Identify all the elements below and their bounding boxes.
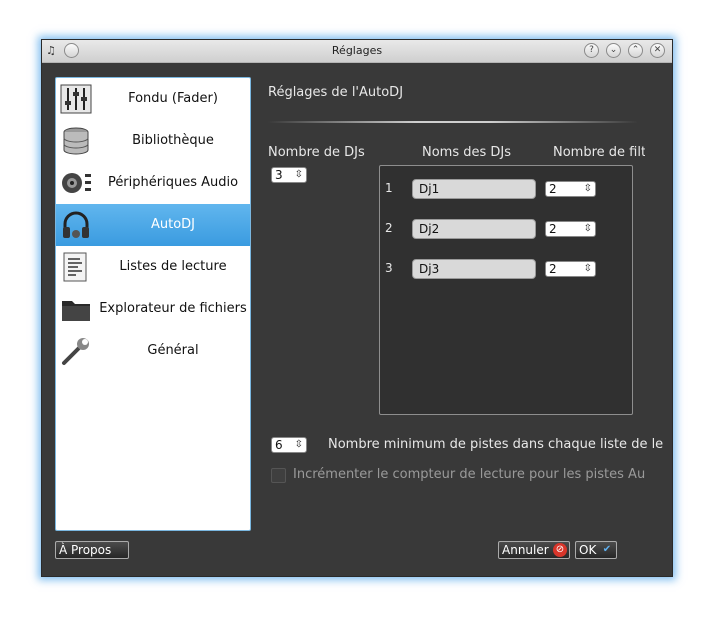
dj-names-header: Noms des DJs	[422, 145, 512, 160]
about-button-label: À Propos	[59, 543, 112, 557]
sidebar-item-label: Périphériques Audio	[107, 175, 239, 190]
spin-arrows-icon[interactable]: ⇳	[584, 222, 592, 236]
sidebar-item-file-browser[interactable]: Explorateur de fichiers	[56, 288, 250, 330]
spin-arrows-icon[interactable]: ⇳	[295, 438, 303, 452]
spinbox-value: 2	[549, 262, 557, 276]
sidebar-item-label: AutoDJ	[150, 217, 196, 232]
cancel-button-label: Annuler	[502, 543, 549, 557]
dj-name-input[interactable]: Dj2	[412, 219, 536, 239]
dj-name-input[interactable]: Dj3	[412, 259, 536, 279]
min-tracks-spinbox[interactable]: 6 ⇳	[271, 437, 307, 453]
spinbox-value: 3	[275, 168, 283, 182]
header-separator	[268, 121, 638, 123]
num-filters-header: Nombre de filtr	[553, 145, 645, 160]
sidebar-item-label: Listes de lecture	[119, 259, 227, 274]
dj-row-number: 1	[385, 181, 393, 195]
dj-list-panel: 1 Dj1 2 ⇳ 2 Dj2 2 ⇳ 3 Dj3 2 ⇳	[379, 165, 633, 415]
help-button[interactable]: ?	[584, 43, 599, 58]
folder-icon	[60, 293, 92, 325]
sidebar-item-library[interactable]: Bibliothèque	[56, 120, 250, 162]
num-djs-header: Nombre de DJs	[268, 145, 365, 160]
settings-window: ♫ Réglages ? ⌄ ⌃ ✕ Fondu (Fader) Bibliot…	[41, 39, 673, 577]
sidebar-item-playlists[interactable]: Listes de lecture	[56, 246, 250, 288]
dj-row-number: 2	[385, 221, 393, 235]
close-button[interactable]: ✕	[650, 43, 665, 58]
dj-row-number: 3	[385, 261, 393, 275]
minimize-button[interactable]: ⌄	[606, 43, 621, 58]
spin-arrows-icon[interactable]: ⇳	[584, 182, 592, 196]
cancel-icon: ⊘	[553, 543, 567, 557]
cancel-button[interactable]: Annuler ⊘	[498, 541, 570, 559]
spinbox-value: 6	[275, 438, 283, 452]
spin-arrows-icon[interactable]: ⇳	[295, 168, 303, 182]
dj-name-input[interactable]: Dj1	[412, 179, 536, 199]
increment-playcount-checkbox[interactable]	[271, 468, 286, 483]
headphones-icon	[60, 209, 92, 241]
sidebar-item-label: Explorateur de fichiers	[99, 301, 247, 316]
fader-sliders-icon	[60, 83, 92, 115]
checkmark-icon: ✔	[602, 544, 612, 555]
maximize-button[interactable]: ⌃	[628, 43, 643, 58]
spinbox-value: 2	[549, 222, 557, 236]
sidebar-item-general[interactable]: Général	[56, 330, 250, 372]
page-title: Réglages de l'AutoDJ	[268, 85, 404, 100]
sidebar-item-label: Fondu (Fader)	[128, 91, 218, 106]
playlist-document-icon	[60, 251, 92, 283]
sidebar-item-label: Bibliothèque	[132, 133, 214, 148]
sidebar-item-autodj[interactable]: AutoDJ	[56, 204, 250, 246]
title-bar[interactable]: ♫ Réglages ? ⌄ ⌃ ✕	[42, 40, 672, 63]
dj-filter-count-spinbox[interactable]: 2 ⇳	[545, 181, 596, 197]
dj-filter-count-spinbox[interactable]: 2 ⇳	[545, 221, 596, 237]
speaker-icon	[60, 167, 92, 199]
window-title: Réglages	[331, 44, 383, 57]
sidebar-item-fader[interactable]: Fondu (Fader)	[56, 78, 250, 120]
increment-playcount-label: Incrémenter le compteur de lecture pour …	[293, 467, 646, 482]
settings-sidebar: Fondu (Fader) Bibliothèque Périphériques…	[55, 77, 251, 531]
ok-button-label: OK	[579, 543, 597, 557]
dj-filter-count-spinbox[interactable]: 2 ⇳	[545, 261, 596, 277]
min-tracks-label: Nombre minimum de pistes dans chaque lis…	[328, 437, 664, 452]
wrench-icon	[60, 335, 92, 367]
num-djs-spinbox[interactable]: 3 ⇳	[271, 167, 307, 183]
spinbox-value: 2	[549, 182, 557, 196]
spin-arrows-icon[interactable]: ⇳	[584, 262, 592, 276]
database-icon	[60, 125, 92, 157]
sidebar-item-label: Général	[147, 343, 199, 358]
sidebar-item-audio-devices[interactable]: Périphériques Audio	[56, 162, 250, 204]
about-button[interactable]: À Propos	[55, 541, 129, 559]
ok-button[interactable]: OK ✔	[575, 541, 617, 559]
